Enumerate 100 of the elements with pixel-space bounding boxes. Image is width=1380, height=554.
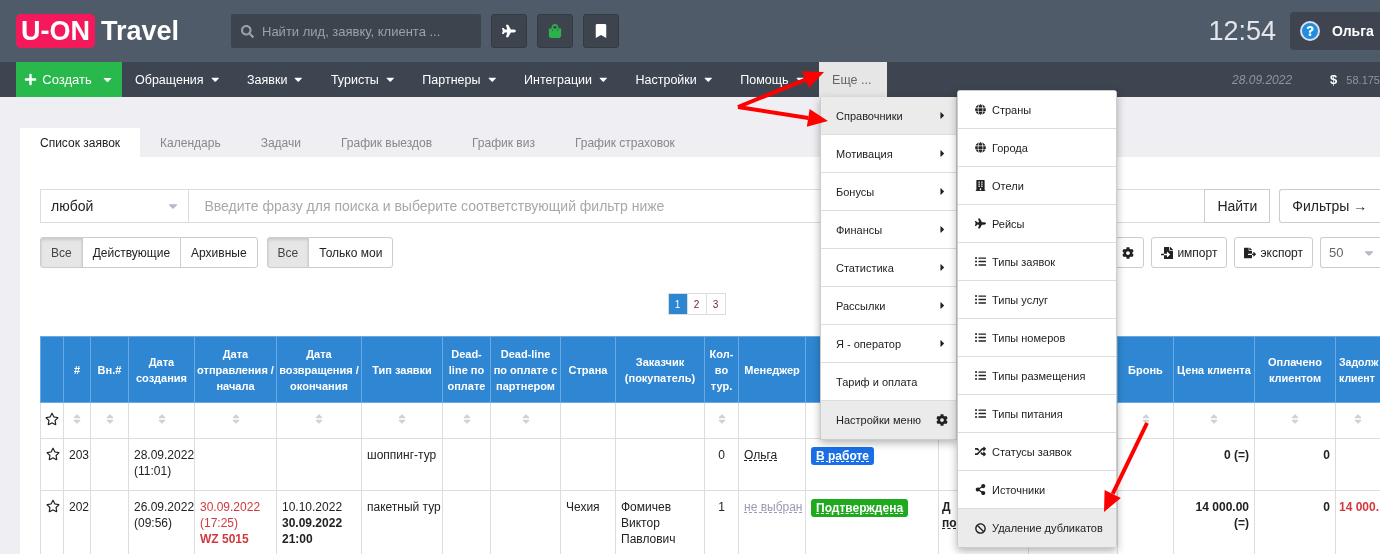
page-button[interactable]: 1 [667,293,688,315]
page-button[interactable]: 2 [686,293,707,315]
bag-button[interactable] [537,14,573,48]
scope-select[interactable]: любой [40,189,190,223]
nav-menu-item[interactable]: Еще ... [819,62,888,97]
submenu-item[interactable]: Типы питания [958,395,1116,433]
column-header[interactable]: Цена клиента [1173,336,1255,403]
submenu-item[interactable]: Отели [958,167,1116,205]
submenu-item[interactable]: Типы размещения [958,357,1116,395]
export-button[interactable]: экспорт [1234,237,1313,268]
settings-icon [936,414,948,426]
exchange-rate: 58.175 [1346,73,1380,86]
submenu-item[interactable]: Рейсы [958,205,1116,243]
column-header[interactable]: Кол-во тур. [704,336,739,403]
column-header[interactable]: Бронь [1117,336,1174,403]
column-header[interactable]: Дата возвращения / окончания [276,336,362,403]
star-icon[interactable] [45,412,59,426]
submenu-item[interactable]: Города [958,129,1116,167]
nav-menu-item[interactable]: Туристы [317,62,410,97]
plane-icon [502,24,516,38]
table-cell: 0 [704,438,739,491]
file-export-icon [1244,246,1257,259]
star-icon[interactable] [46,447,60,461]
column-header[interactable]: # [63,336,91,403]
status-badge[interactable]: В работе [811,447,874,465]
filter-toggle[interactable]: Действующие [81,237,182,268]
table-cell: шоппинг-тур [361,438,443,491]
bookmark-button[interactable] [583,14,619,48]
building-icon [975,180,986,191]
list-icon [975,256,986,267]
logo-text: Travel [101,15,180,47]
menu-item[interactable]: Бонусы [821,173,956,211]
file-import-icon [1161,246,1174,259]
table-cell: 203 [63,438,91,491]
settings-icon [1122,246,1135,259]
list-icon [975,370,986,381]
import-button[interactable]: импорт [1151,237,1228,268]
user-menu[interactable]: Ольга [1290,12,1380,50]
column-header[interactable]: Вн.# [90,336,129,403]
share-icon [975,484,986,495]
table-cell: 0 (=) [1173,438,1255,491]
plane-icon [975,218,986,229]
list-icon [975,294,986,305]
nav-menu-item[interactable]: Интеграции [511,62,623,97]
manager-link[interactable]: Ольга [744,448,778,462]
filter-toggle[interactable]: Все [266,237,310,268]
search-field[interactable]: Найти лид, заявку, клиента ... [231,14,481,48]
help-icon [1300,21,1320,41]
nav-menu-item[interactable]: Партнеры [409,62,511,97]
menu-item[interactable]: Финансы [821,211,956,249]
find-button[interactable]: Найти [1204,189,1271,223]
filters-button[interactable]: Фильтры → [1279,189,1380,223]
bag-icon [548,24,562,38]
column-header[interactable]: Менеджер [738,336,806,403]
column-header[interactable]: Дата создания [128,336,195,403]
table-cell: 28.09.2022 (11:01) [128,438,195,491]
submenu-item[interactable]: Удаление дубликатов [958,509,1116,547]
filter-toggle[interactable]: Все [40,237,83,268]
list-icon [975,408,986,419]
page-size-select[interactable]: 50 [1320,237,1380,268]
current-date: 28.09.2022 [1232,72,1293,87]
menu-item[interactable]: Рассылки [821,287,956,325]
tab[interactable]: Список заявок [20,128,141,157]
page-button[interactable]: 3 [705,293,726,315]
nav-menu-item[interactable]: Настройки [622,62,728,97]
nav-menu-item[interactable]: Заявки [234,62,318,97]
submenu-item[interactable]: Страны [958,91,1116,129]
menu-item[interactable]: Я - оператор [821,325,956,363]
plus-icon [24,73,38,86]
submenu-item[interactable]: Типы услуг [958,281,1116,319]
submenu-item[interactable]: Типы номеров [958,319,1116,357]
list-icon [975,332,986,343]
menu-settings-item[interactable]: Настройки меню [821,401,956,439]
globe-icon [975,104,986,115]
filter-toggle[interactable]: Только мои [308,237,394,268]
table-cell: 0 [1254,438,1336,491]
column-header[interactable]: Тип заявки [361,336,443,403]
user-name: Ольга [1332,23,1374,39]
submenu-item[interactable]: Статусы заявок [958,433,1116,471]
shuffle-icon [975,446,986,457]
nav-menu-item[interactable]: Обращения [122,62,235,97]
submenu-item[interactable]: Типы заявок [958,243,1116,281]
menu-item[interactable]: Мотивация [821,135,956,173]
submenu-item[interactable]: Источники [958,471,1116,509]
menu-item[interactable]: Тариф и оплата [821,363,956,401]
star-icon[interactable] [46,499,60,513]
column-header[interactable]: Задолж клиент [1335,336,1380,403]
plane-button[interactable] [491,14,527,48]
menu-item[interactable]: Статистика [821,249,956,287]
column-header[interactable]: Страна [560,336,616,403]
column-header[interactable]: Dead-line по оплате [442,336,491,403]
column-header[interactable]: Оплачено клиентом [1254,336,1336,403]
ban-icon [975,522,986,534]
logo-mark: U-ON [16,14,95,48]
menu-item[interactable]: Справочники [821,97,956,135]
bookmark-icon [594,24,608,38]
column-header[interactable]: Dead-line по оплате с партнером [490,336,561,403]
column-header[interactable]: Заказчик (покупатель) [615,336,705,403]
filter-toggle[interactable]: Архивные [180,237,258,268]
column-header[interactable]: Дата отправления / начала [194,336,277,403]
